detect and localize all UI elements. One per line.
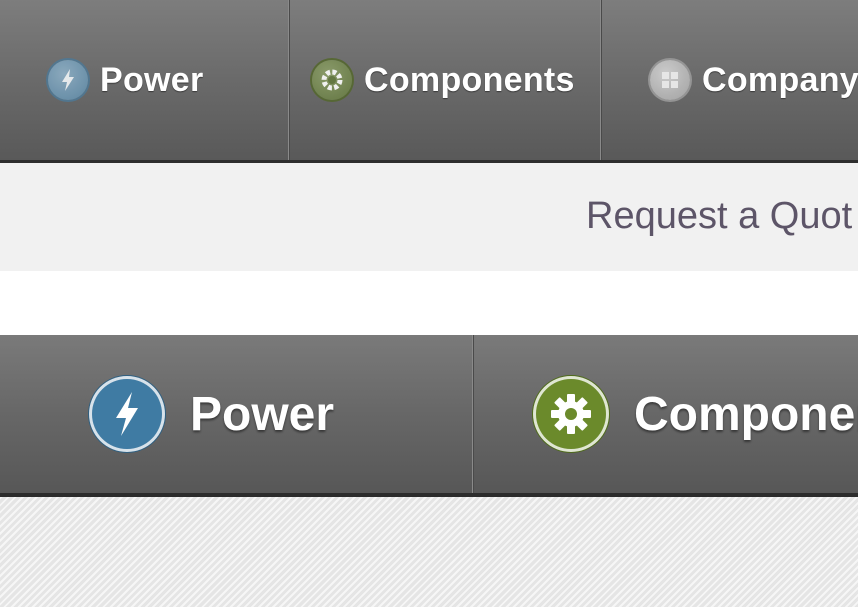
- gear-icon: [312, 60, 352, 100]
- top-nav-label-power: Power: [100, 60, 204, 99]
- top-nav-label-company: Company: [702, 60, 858, 99]
- large-nav-item-power[interactable]: Power: [0, 335, 474, 493]
- top-nav-item-components[interactable]: Components: [290, 0, 602, 160]
- building-icon: [650, 60, 690, 100]
- top-nav-bar: Power Components Company: [0, 0, 858, 163]
- large-nav-bar: Power Compone: [0, 335, 858, 497]
- request-quote-link[interactable]: Request a Quot: [586, 195, 852, 238]
- large-nav-label-power: Power: [190, 387, 335, 441]
- lightning-bolt-icon: [48, 60, 88, 100]
- page: Power Components Company Request a Quot …: [0, 0, 858, 607]
- top-nav-label-components: Components: [364, 60, 575, 99]
- content-area: [0, 497, 858, 607]
- top-nav-item-power[interactable]: Power: [0, 0, 290, 160]
- gear-icon: [536, 379, 606, 449]
- quote-bar: Request a Quot: [0, 163, 858, 271]
- lightning-bolt-icon: [92, 379, 162, 449]
- top-nav-item-company[interactable]: Company: [602, 0, 858, 160]
- large-nav-label-components: Componen: [634, 387, 858, 441]
- large-nav-item-components[interactable]: Componen: [474, 335, 858, 493]
